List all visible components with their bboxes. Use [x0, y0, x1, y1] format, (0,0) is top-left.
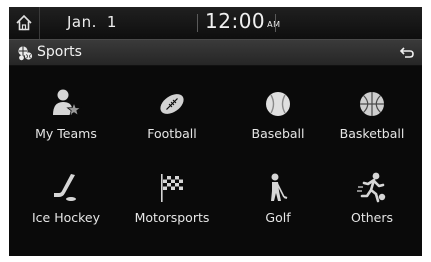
my-teams-icon	[53, 89, 82, 117]
category-label: Football	[147, 126, 197, 141]
category-label: Baseball	[251, 126, 305, 141]
golf-icon	[271, 173, 288, 201]
basketball-icon	[360, 92, 384, 116]
category-label: My Teams	[35, 126, 97, 141]
category-golf[interactable]: Golf	[226, 170, 330, 230]
status-divider	[197, 14, 198, 32]
status-date: Jan. 1	[67, 13, 117, 31]
status-clock: 12:00 AM	[205, 9, 281, 33]
back-arrow-icon	[399, 47, 414, 58]
category-ice-hockey[interactable]: Ice Hockey	[14, 170, 118, 230]
category-my-teams[interactable]: My Teams	[14, 86, 118, 146]
status-bar: Jan. 1 12:00 AM	[9, 7, 422, 39]
back-button[interactable]	[392, 40, 422, 66]
page-title: Sports	[37, 44, 82, 60]
category-label: Ice Hockey	[31, 210, 101, 225]
home-button[interactable]	[9, 7, 40, 39]
status-time: 12:00	[205, 9, 266, 33]
category-baseball[interactable]: Baseball	[226, 86, 330, 146]
category-label: Golf	[265, 210, 291, 225]
category-football[interactable]: Football	[120, 86, 224, 146]
home-icon	[16, 14, 32, 31]
category-basketball[interactable]: Basketball	[320, 86, 422, 146]
status-month: Jan.	[67, 13, 97, 31]
title-bar: Sports	[9, 39, 422, 66]
category-label: Motorsports	[134, 210, 210, 225]
others-runner-icon	[357, 172, 386, 203]
category-label: Others	[350, 210, 393, 225]
sports-category-grid: My Teams Football Baseball Basketball Ic…	[9, 66, 422, 256]
ice-hockey-icon	[54, 174, 76, 201]
category-motorsports[interactable]: Motorsports	[120, 170, 224, 230]
baseball-icon	[266, 92, 290, 116]
status-divider	[275, 14, 276, 32]
sports-balls-icon	[18, 46, 33, 61]
status-ampm: AM	[267, 20, 281, 29]
football-icon	[160, 94, 184, 114]
category-label: Basketball	[339, 126, 405, 141]
category-others[interactable]: Others	[320, 170, 422, 230]
motorsports-flag-icon	[161, 174, 183, 202]
sports-screen: Jan. 1 12:00 AM Sports My Teams Football…	[9, 7, 422, 256]
status-day: 1	[106, 13, 117, 31]
